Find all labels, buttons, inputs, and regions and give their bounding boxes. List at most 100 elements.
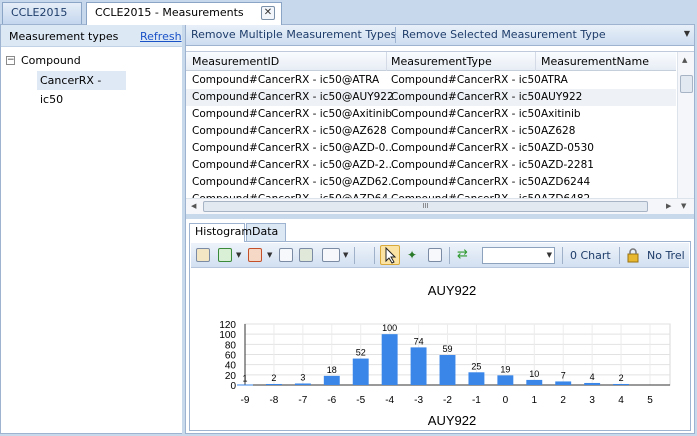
tree-node-cancerrx-ic50[interactable]: CancerRX - ic50 xyxy=(37,71,126,106)
histogram-bar[interactable] xyxy=(352,358,369,385)
remove-selected-button[interactable]: Remove Selected Measurement Type xyxy=(402,28,606,41)
column-divider[interactable] xyxy=(386,52,387,71)
histogram-chart: AUY922 020406080100120 -9 -8 -7 -6 -5 -4 -3 -2-… xyxy=(219,283,671,428)
tree-collapse-icon[interactable]: − xyxy=(6,56,15,65)
histogram-bar[interactable] xyxy=(468,372,485,385)
histogram-bar[interactable] xyxy=(555,381,572,385)
clipboard-icon[interactable] xyxy=(299,248,313,262)
histogram-bar[interactable] xyxy=(410,347,427,385)
x-tick-label: -2 xyxy=(443,395,452,406)
measurement-types-header: Measurement types Refresh xyxy=(1,25,182,47)
table-row[interactable]: Compound#CancerRX - ic50@AUY922 Compound#… xyxy=(186,89,676,106)
grid-vertical-scrollbar[interactable]: ▲ ▼ xyxy=(677,52,694,214)
histogram-bar[interactable] xyxy=(613,383,630,385)
table-cell: AZD6244 xyxy=(541,176,591,188)
remove-multiple-button[interactable]: Remove Multiple Measurement Types xyxy=(191,28,396,41)
tab-histogram[interactable]: Histogram xyxy=(189,223,252,242)
bar-value-label: 4 xyxy=(590,372,595,382)
chart-toolbar-separator xyxy=(374,247,375,264)
tab-ccle2015[interactable]: CCLE2015 xyxy=(2,2,82,24)
fit-zoom-icon[interactable] xyxy=(428,248,442,262)
lock-icon[interactable] xyxy=(626,248,640,263)
refresh-chart-icon[interactable]: ⇄ xyxy=(457,247,468,262)
copy-icon[interactable] xyxy=(279,248,293,262)
y-tick-label: 40 xyxy=(225,361,237,372)
x-tick-label: -8 xyxy=(269,395,278,406)
column-header-measurementid[interactable]: MeasurementID xyxy=(192,55,279,68)
histogram-bar[interactable] xyxy=(323,375,340,385)
chart-toolbar-separator xyxy=(619,247,620,264)
toolbar-overflow-icon[interactable]: ▼ xyxy=(684,29,690,38)
powerpoint-icon[interactable] xyxy=(248,248,262,262)
chart-combo[interactable]: ▼ xyxy=(482,247,555,264)
no-trel-button[interactable]: No Trel xyxy=(647,249,685,262)
table-row[interactable]: Compound#CancerRX - ic50@ATRA Compound#Ca… xyxy=(186,72,676,89)
tree-node-compound[interactable]: Compound xyxy=(21,54,81,67)
refresh-link[interactable]: Refresh xyxy=(140,30,182,43)
histogram-bar[interactable] xyxy=(294,383,311,385)
chart-toolbar-separator xyxy=(562,247,563,264)
scroll-right-icon[interactable]: ▶ xyxy=(666,202,671,210)
table-cell: AZ628 xyxy=(541,125,576,137)
pan-icon[interactable]: ✦ xyxy=(407,248,417,262)
table-cell: Compound#CancerRX - ic50 xyxy=(391,108,541,120)
table-row[interactable]: Compound#CancerRX - ic50@AZD-0... Compoun… xyxy=(186,140,676,157)
combo-dropdown-icon[interactable]: ▼ xyxy=(547,251,552,259)
measurements-panel: Remove Multiple Measurement Types Remove… xyxy=(185,24,695,434)
table-row[interactable]: Compound#CancerRX - ic50@AZ628 Compound#C… xyxy=(186,123,676,140)
table-cell: Compound#CancerRX - ic50 xyxy=(391,176,541,188)
x-tick-label: -3 xyxy=(414,395,423,406)
scroll-end-icon[interactable]: ▼ xyxy=(681,202,686,210)
tab-data[interactable]: Data xyxy=(246,223,286,241)
histogram-bar[interactable] xyxy=(237,384,253,386)
print-icon[interactable] xyxy=(322,248,340,262)
scroll-thumb[interactable] xyxy=(680,75,693,93)
table-cell: AZD-2281 xyxy=(541,159,594,171)
histogram-bar[interactable] xyxy=(265,383,282,385)
scroll-left-icon[interactable]: ◀ xyxy=(191,202,196,210)
tab-measurements-label: CCLE2015 - Measurements xyxy=(95,6,244,19)
measurements-grid: MeasurementID MeasurementType Measuremen… xyxy=(186,51,694,214)
chart-toolbar-separator xyxy=(449,247,450,264)
y-tick-label: 100 xyxy=(219,330,236,341)
chart-count-button[interactable]: 0 Chart xyxy=(570,249,611,262)
print-dropdown-icon[interactable]: ▼ xyxy=(343,251,348,259)
histogram-bar[interactable] xyxy=(584,382,601,385)
histogram-bar[interactable] xyxy=(526,379,543,385)
chart-title: AUY922 xyxy=(428,283,476,298)
x-tick-label: -6 xyxy=(327,395,336,406)
bar-value-label: 2 xyxy=(271,373,276,383)
table-cell: Axitinib xyxy=(541,108,581,120)
column-header-measurementname[interactable]: MeasurementName xyxy=(541,55,649,68)
column-divider[interactable] xyxy=(535,52,536,71)
x-tick-label: 5 xyxy=(647,395,653,406)
table-cell: ATRA xyxy=(541,74,568,86)
table-row[interactable]: Compound#CancerRX - ic50@Axitinib Compoun… xyxy=(186,106,676,123)
export-image-icon[interactable] xyxy=(196,248,210,262)
table-row[interactable]: Compound#CancerRX - ic50@AZD-2... Compoun… xyxy=(186,157,676,174)
histogram-bar[interactable] xyxy=(381,334,398,385)
close-icon[interactable]: ✕ xyxy=(261,6,275,20)
pointer-select-icon[interactable] xyxy=(380,245,400,265)
bar-value-label: 18 xyxy=(327,365,337,375)
bar-value-label: 1 xyxy=(242,373,247,383)
histogram-bar[interactable] xyxy=(439,355,456,385)
tab-ccle2015-measurements[interactable]: CCLE2015 - Measurements ✕ xyxy=(86,2,282,25)
app-window: CCLE2015 CCLE2015 - Measurements ✕ Measu… xyxy=(0,0,697,436)
excel-dropdown-icon[interactable]: ▼ xyxy=(236,251,241,259)
grid-horizontal-scrollbar[interactable]: ◀ III ▶ ▼ xyxy=(186,198,694,214)
horizontal-scroll-thumb[interactable]: III xyxy=(203,201,648,212)
x-axis-label: AUY922 xyxy=(428,413,476,428)
excel-icon[interactable] xyxy=(218,248,232,262)
table-row[interactable]: Compound#CancerRX - ic50@AZD62... Compoun… xyxy=(186,174,676,191)
bar-value-label: 3 xyxy=(300,372,305,382)
y-tick-label: 20 xyxy=(225,371,237,382)
scroll-up-icon[interactable]: ▲ xyxy=(682,56,687,64)
column-header-measurementtype[interactable]: MeasurementType xyxy=(391,55,492,68)
table-cell: Compound#CancerRX - ic50@AZD-0... xyxy=(192,142,396,154)
bar-value-label: 19 xyxy=(500,364,510,374)
powerpoint-dropdown-icon[interactable]: ▼ xyxy=(267,251,272,259)
histogram-bar[interactable] xyxy=(497,375,514,385)
x-tick-label: -5 xyxy=(356,395,365,406)
measurements-toolbar: Remove Multiple Measurement Types Remove… xyxy=(186,25,694,46)
